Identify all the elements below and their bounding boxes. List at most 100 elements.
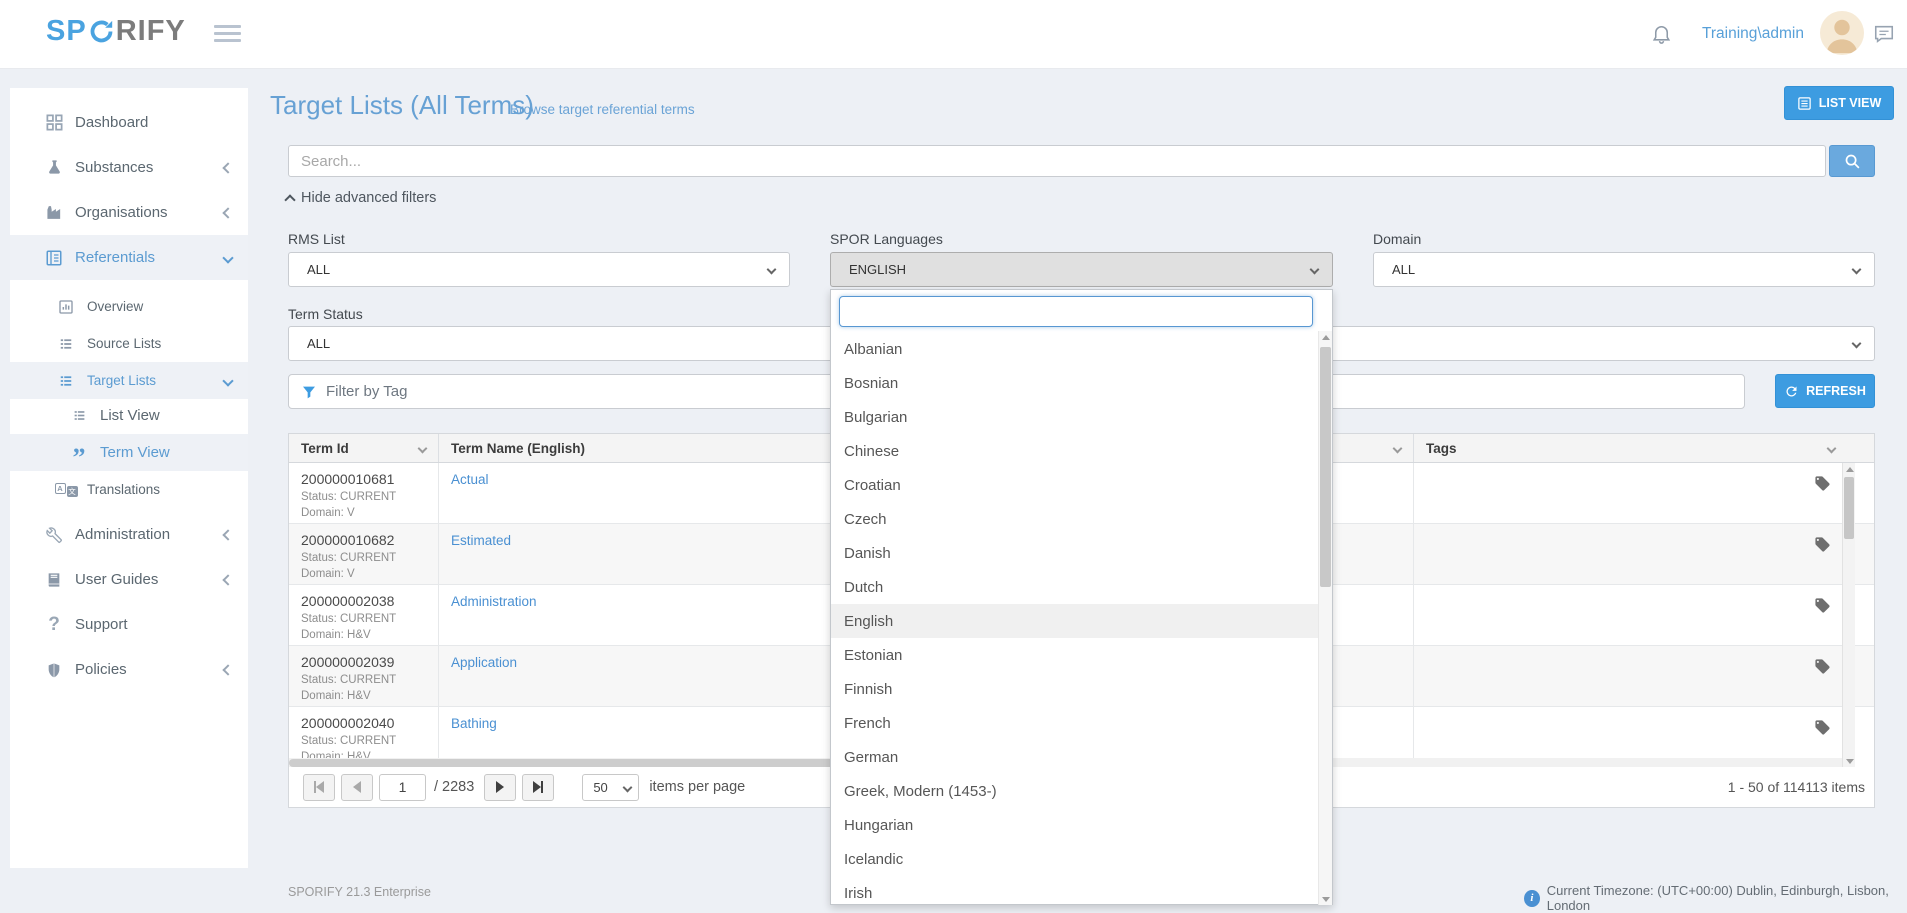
sidebar-item-source-lists[interactable]: Source Lists xyxy=(10,325,248,362)
sidebar-item-referentials[interactable]: Referentials xyxy=(10,235,248,280)
chevron-down-icon xyxy=(767,265,777,275)
sidebar-item-organisations[interactable]: Organisations xyxy=(10,190,248,235)
refresh-button[interactable]: REFRESH xyxy=(1775,374,1875,408)
term-name-link[interactable]: Bathing xyxy=(451,716,497,731)
sidebar-item-target-lists[interactable]: Target Lists xyxy=(10,362,248,399)
term-domain: Domain: V xyxy=(301,568,438,580)
column-header-term-id[interactable]: Term Id xyxy=(289,434,439,462)
referentials-list-icon xyxy=(43,249,65,267)
sidebar-item-policies[interactable]: Policies xyxy=(10,647,248,692)
factory-icon xyxy=(43,204,65,221)
logo-text-sp: SP xyxy=(46,15,87,48)
search-button[interactable] xyxy=(1829,145,1875,177)
language-option[interactable]: Czech xyxy=(831,502,1320,536)
pagination-next-button[interactable] xyxy=(484,774,516,801)
shield-icon xyxy=(43,661,65,679)
sporify-logo: SP RIFY xyxy=(46,15,186,48)
term-status: Status: CURRENT xyxy=(301,613,438,625)
search-input[interactable] xyxy=(288,145,1826,177)
hide-advanced-filters-toggle[interactable]: Hide advanced filters xyxy=(286,190,436,206)
page-size-select[interactable]: 50 xyxy=(582,774,639,801)
list-icon xyxy=(55,374,77,388)
tag-icon[interactable] xyxy=(1814,719,1831,736)
chevron-down-icon xyxy=(1852,339,1862,349)
tag-icon[interactable] xyxy=(1814,536,1831,553)
dropdown-scrollbar[interactable] xyxy=(1318,331,1332,905)
sidebar-item-term-view[interactable]: ” Term View xyxy=(10,434,248,471)
language-option[interactable]: Albanian xyxy=(831,332,1320,366)
sort-chevron-icon xyxy=(1827,443,1837,453)
previous-page-icon xyxy=(353,781,361,793)
language-search-input[interactable] xyxy=(839,296,1313,327)
term-status: Status: CURRENT xyxy=(301,674,438,686)
term-name-link[interactable]: Estimated xyxy=(451,533,511,548)
refresh-icon xyxy=(1784,384,1799,399)
notifications-bell-icon[interactable] xyxy=(1650,21,1673,51)
language-option-selected[interactable]: English xyxy=(831,604,1320,638)
language-option[interactable]: Dutch xyxy=(831,570,1320,604)
domain-select[interactable]: ALL xyxy=(1373,252,1875,287)
table-vertical-scrollbar[interactable] xyxy=(1842,463,1855,768)
term-name-link[interactable]: Administration xyxy=(451,594,537,609)
top-bar: SP RIFY Training\admin xyxy=(0,0,1907,69)
scrollbar-thumb[interactable] xyxy=(1844,477,1854,539)
scroll-up-arrow-icon[interactable] xyxy=(1322,335,1330,340)
sidebar-item-administration[interactable]: Administration xyxy=(10,512,248,557)
page-number-input[interactable] xyxy=(379,774,426,801)
sidebar-item-support[interactable]: ? Support xyxy=(10,602,248,647)
chevron-down-icon xyxy=(1310,265,1320,275)
language-option[interactable]: Finnish xyxy=(831,672,1320,706)
scroll-down-arrow-icon[interactable] xyxy=(1846,759,1854,764)
sidebar-item-overview[interactable]: Overview xyxy=(10,288,248,325)
sidebar-item-substances[interactable]: Substances xyxy=(10,145,248,190)
chevron-down-icon xyxy=(222,252,233,263)
pagination-first-page-button[interactable] xyxy=(303,774,335,801)
language-option[interactable]: French xyxy=(831,706,1320,740)
browse-referential-terms-link[interactable]: Browse target referential terms xyxy=(510,102,695,117)
sidebar-item-user-guides[interactable]: User Guides xyxy=(10,557,248,602)
term-id: 200000002038 xyxy=(301,593,438,609)
language-option[interactable]: Greek, Modern (1453-) xyxy=(831,774,1320,808)
tag-icon[interactable] xyxy=(1814,658,1831,675)
user-name[interactable]: Training\admin xyxy=(1702,25,1804,43)
logo-refresh-o-icon xyxy=(88,18,115,45)
scrollbar-thumb[interactable] xyxy=(1320,347,1331,587)
language-option[interactable]: Bulgarian xyxy=(831,400,1320,434)
scroll-down-arrow-icon[interactable] xyxy=(1322,897,1330,902)
term-name-link[interactable]: Application xyxy=(451,655,517,670)
sidebar-item-translations[interactable]: A文 Translations xyxy=(10,471,248,508)
term-name-link[interactable]: Actual xyxy=(451,472,489,487)
footer-version: SPORIFY 21.3 Enterprise xyxy=(288,885,431,899)
term-domain: Domain: H&V xyxy=(301,629,438,641)
language-option[interactable]: Danish xyxy=(831,536,1320,570)
tag-icon[interactable] xyxy=(1814,475,1831,492)
spor-languages-dropdown: Albanian Bosnian Bulgarian Chinese Croat… xyxy=(830,289,1333,905)
language-option[interactable]: Icelandic xyxy=(831,842,1320,876)
term-domain: Domain: H&V xyxy=(301,690,438,702)
logo-text-rify: RIFY xyxy=(116,15,186,48)
language-option[interactable]: Chinese xyxy=(831,434,1320,468)
language-option[interactable]: Estonian xyxy=(831,638,1320,672)
pagination-previous-button[interactable] xyxy=(341,774,373,801)
sidebar-item-list-view[interactable]: List View xyxy=(10,397,248,434)
language-option[interactable]: Hungarian xyxy=(831,808,1320,842)
scroll-up-arrow-icon[interactable] xyxy=(1846,467,1854,472)
column-header-tags[interactable]: Tags xyxy=(1414,434,1863,462)
language-option[interactable]: Croatian xyxy=(831,468,1320,502)
wrench-icon xyxy=(43,526,65,544)
rms-list-select[interactable]: ALL xyxy=(288,252,790,287)
list-view-button[interactable]: LIST VIEW xyxy=(1784,86,1894,120)
chat-bubble-icon[interactable] xyxy=(1872,23,1896,50)
items-per-page-label: items per page xyxy=(649,779,745,795)
pagination-last-page-button[interactable] xyxy=(522,774,554,801)
user-avatar[interactable] xyxy=(1820,11,1864,55)
term-id: 200000010682 xyxy=(301,532,438,548)
sidebar-item-dashboard[interactable]: Dashboard xyxy=(10,100,248,145)
language-option[interactable]: German xyxy=(831,740,1320,774)
domain-label: Domain xyxy=(1373,231,1421,247)
tag-icon[interactable] xyxy=(1814,597,1831,614)
sort-chevron-icon xyxy=(418,443,428,453)
hamburger-menu-icon[interactable] xyxy=(214,25,241,46)
spor-languages-select[interactable]: ENGLISH xyxy=(830,252,1333,287)
language-option[interactable]: Bosnian xyxy=(831,366,1320,400)
